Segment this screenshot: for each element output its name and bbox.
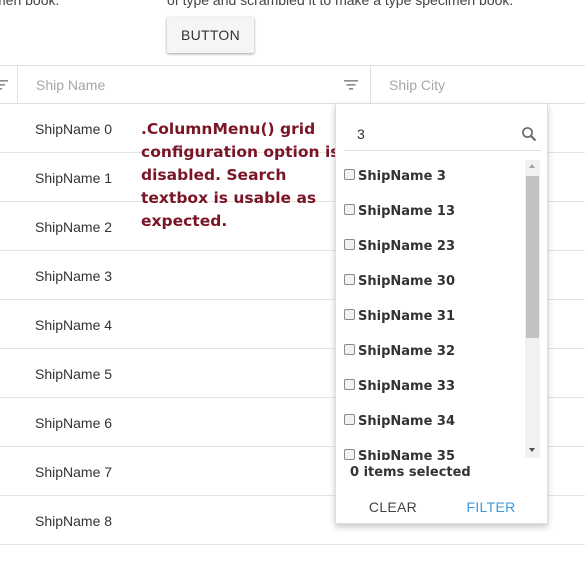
- annotation-note: .ColumnMenu() grid configuration option …: [141, 120, 340, 230]
- option-checkbox[interactable]: [344, 448, 355, 460]
- scrollbar-thumb[interactable]: [526, 176, 539, 338]
- cell-ship-name: ShipName 0: [35, 121, 113, 137]
- option-checkbox[interactable]: [344, 238, 355, 250]
- filter-option[interactable]: ShipName 30: [339, 271, 455, 291]
- description-text-right: of type and scrambled it to make a type …: [167, 0, 514, 8]
- search-value: 3: [357, 126, 365, 142]
- option-label: ShipName 31: [358, 308, 456, 324]
- option-label: ShipName 33: [358, 378, 456, 394]
- option-checkbox[interactable]: [344, 203, 355, 215]
- clear-button[interactable]: CLEAR: [358, 493, 428, 521]
- option-checkbox[interactable]: [344, 308, 355, 320]
- scroll-up-arrow-icon[interactable]: [529, 164, 535, 168]
- option-label: ShipName 35: [358, 448, 456, 461]
- filter-option[interactable]: ShipName 23: [339, 236, 455, 256]
- option-checkbox[interactable]: [344, 343, 355, 355]
- column-separator[interactable]: [17, 66, 18, 104]
- filter-option[interactable]: ShipName 13: [339, 201, 455, 221]
- filter-button[interactable]: FILTER: [456, 493, 526, 521]
- option-label: ShipName 32: [358, 343, 456, 359]
- filter-option[interactable]: ShipName 34: [339, 411, 455, 431]
- option-label: ShipName 34: [358, 413, 456, 429]
- option-label: ShipName 30: [358, 273, 456, 289]
- option-checkbox[interactable]: [344, 273, 355, 285]
- demo-button[interactable]: BUTTON: [167, 17, 254, 53]
- filter-search-input[interactable]: 3: [344, 116, 541, 151]
- filter-option[interactable]: ShipName 35: [339, 446, 455, 460]
- option-checkbox[interactable]: [344, 168, 355, 180]
- filter-options-list[interactable]: ShipName 3 ShipName 13 ShipName 23 ShipN…: [339, 160, 524, 460]
- option-checkbox[interactable]: [344, 378, 355, 390]
- cell-ship-name: ShipName 3: [35, 268, 113, 284]
- column-header-ship-city[interactable]: Ship City: [389, 77, 445, 93]
- column-header-ship-name[interactable]: Ship Name: [36, 77, 105, 93]
- column-separator[interactable]: [370, 66, 371, 104]
- option-label: ShipName 13: [358, 203, 456, 219]
- search-icon: [522, 127, 537, 142]
- filter-icon[interactable]: [343, 78, 359, 92]
- cell-ship-name: ShipName 8: [35, 513, 113, 529]
- option-label: ShipName 23: [358, 238, 456, 254]
- option-checkbox[interactable]: [344, 413, 355, 425]
- selected-count: 0 items selected: [350, 465, 471, 480]
- filter-icon[interactable]: [0, 78, 12, 92]
- scroll-down-arrow-icon[interactable]: [529, 448, 535, 452]
- option-label: ShipName 3: [358, 168, 446, 184]
- cell-ship-name: ShipName 5: [35, 366, 113, 382]
- filter-option[interactable]: ShipName 31: [339, 306, 455, 326]
- filter-option[interactable]: ShipName 33: [339, 376, 455, 396]
- cell-ship-name: ShipName 1: [35, 170, 113, 186]
- cell-ship-name: ShipName 4: [35, 317, 113, 333]
- cell-ship-name: ShipName 2: [35, 219, 113, 235]
- options-scrollbar[interactable]: [525, 160, 540, 458]
- filter-option[interactable]: ShipName 32: [339, 341, 455, 361]
- cell-ship-name: ShipName 6: [35, 415, 113, 431]
- grid-header: Ship Name Ship City: [0, 65, 585, 104]
- filter-popup: 3 ShipName 3 ShipName 13 ShipName 23 Shi…: [335, 103, 548, 524]
- description-text-left: men book.: [0, 0, 60, 8]
- cell-ship-name: ShipName 7: [35, 464, 113, 480]
- filter-option[interactable]: ShipName 3: [339, 166, 446, 186]
